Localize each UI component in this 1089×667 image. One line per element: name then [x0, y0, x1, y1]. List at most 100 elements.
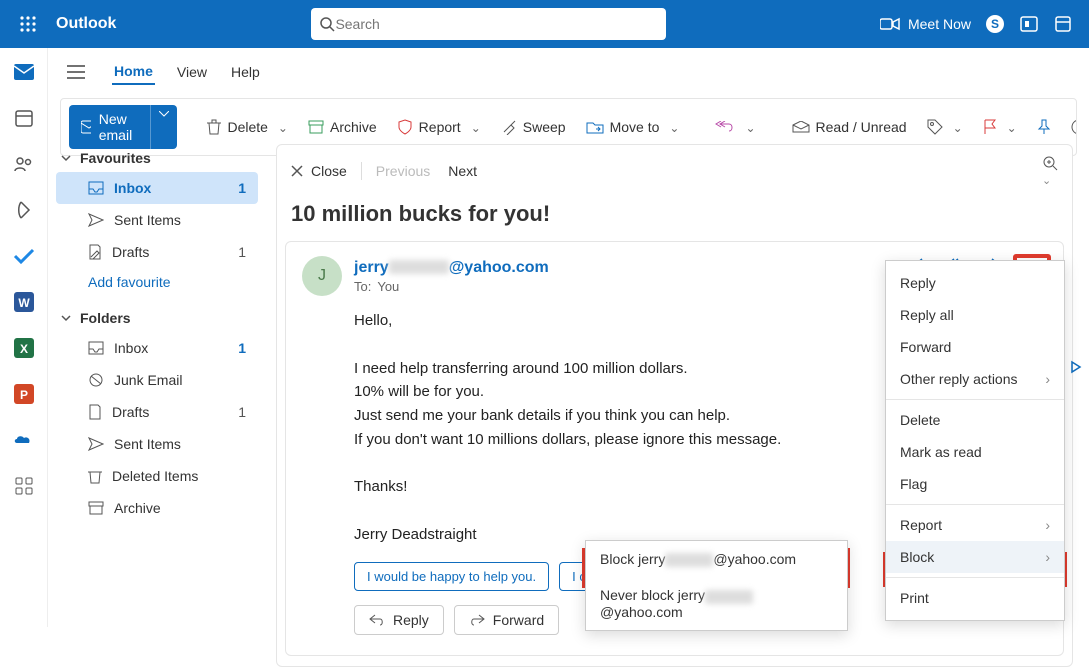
ctx-report[interactable]: Report›	[886, 509, 1064, 541]
tag-icon	[927, 119, 943, 135]
redacted-text	[705, 590, 753, 604]
clock-icon	[1071, 119, 1077, 135]
forward-icon	[469, 614, 485, 626]
svg-text:X: X	[19, 342, 27, 356]
sender-name[interactable]: jerry@yahoo.com	[354, 259, 549, 277]
my-day-icon[interactable]	[1053, 14, 1073, 34]
app-launcher-icon[interactable]	[8, 4, 48, 44]
hamburger-icon[interactable]	[60, 56, 92, 88]
archive-icon	[308, 120, 324, 134]
nav-fav-inbox[interactable]: Inbox1	[56, 172, 258, 204]
chevron-right-icon: ›	[1045, 517, 1050, 533]
inbox-icon	[88, 341, 104, 355]
nav-fav-sent[interactable]: Sent Items	[56, 204, 258, 236]
tab-home[interactable]: Home	[112, 59, 155, 85]
ctx-other-reply[interactable]: Other reply actions›	[886, 363, 1064, 395]
forward-button[interactable]: Forward	[454, 605, 559, 635]
svg-text:P: P	[19, 388, 27, 402]
ctx-block[interactable]: Block›	[886, 541, 1064, 573]
block-submenu: Block jerry@yahoo.com Never block jerry@…	[585, 540, 848, 631]
redacted-text	[389, 260, 449, 274]
avatar[interactable]: J	[302, 256, 342, 296]
powerpoint-icon[interactable]: P	[12, 382, 36, 406]
ctx-mark-read[interactable]: Mark as read	[886, 436, 1064, 468]
reply-all-icon	[715, 121, 735, 133]
svg-text:W: W	[18, 296, 30, 310]
folders-header[interactable]: Folders	[56, 304, 258, 332]
trash-icon	[88, 468, 102, 484]
suggestion-1[interactable]: I would be happy to help you.	[354, 562, 549, 591]
envelope-open-icon	[792, 121, 810, 133]
people-icon[interactable]	[12, 152, 36, 176]
context-menu: Reply Reply all Forward Other reply acti…	[885, 260, 1065, 621]
top-header: Outlook Meet Now S	[0, 0, 1089, 48]
teams-icon[interactable]	[1019, 14, 1039, 34]
redacted-text	[665, 553, 713, 567]
sub-block-sender[interactable]: Block jerry@yahoo.com	[586, 541, 847, 577]
tabs-row: Home View Help	[60, 56, 1077, 94]
header-right: Meet Now S	[880, 14, 1081, 34]
send-icon	[88, 437, 104, 451]
skype-icon[interactable]: S	[985, 14, 1005, 34]
send-icon	[88, 213, 104, 227]
ctx-print[interactable]: Print	[886, 582, 1064, 614]
todo-icon[interactable]	[12, 244, 36, 268]
search-input[interactable]	[335, 16, 658, 32]
draft-icon	[88, 244, 102, 260]
nav-folder-sent[interactable]: Sent Items	[56, 428, 258, 460]
chevron-right-icon: ›	[1045, 549, 1050, 565]
ctx-forward[interactable]: Forward	[886, 331, 1064, 363]
mail-icon[interactable]	[12, 60, 36, 84]
excel-icon[interactable]: X	[12, 336, 36, 360]
search-icon	[319, 16, 335, 32]
ctx-flag[interactable]: Flag	[886, 468, 1064, 500]
nav-folder-drafts[interactable]: Drafts1	[56, 396, 258, 428]
ctx-reply[interactable]: Reply	[886, 267, 1064, 299]
nav-pane: Favourites Inbox1 Sent Items Drafts1 Add…	[48, 134, 266, 627]
reply-button[interactable]: Reply	[354, 605, 444, 635]
onedrive-icon[interactable]	[12, 428, 36, 452]
zoom-button[interactable]: ⌄	[1042, 155, 1058, 187]
chevron-down-icon	[60, 152, 72, 164]
calendar-icon[interactable]	[12, 106, 36, 130]
nav-folder-junk[interactable]: Junk Email	[56, 364, 258, 396]
folder-move-icon	[586, 120, 604, 134]
video-icon	[880, 17, 900, 31]
left-rail: W X P	[0, 48, 48, 627]
next-button[interactable]: Next	[448, 163, 477, 179]
ctx-reply-all[interactable]: Reply all	[886, 299, 1064, 331]
email-subject: 10 million bucks for you!	[277, 197, 1072, 241]
chevron-down-icon	[60, 312, 72, 324]
nav-folder-inbox[interactable]: Inbox1	[56, 332, 258, 364]
tab-view[interactable]: View	[175, 60, 209, 84]
junk-icon	[88, 373, 104, 387]
previous-button[interactable]: Previous	[376, 163, 430, 179]
sweep-icon	[501, 119, 517, 135]
reply-icon	[369, 614, 385, 626]
nav-folder-deleted[interactable]: Deleted Items	[56, 460, 258, 492]
tab-help[interactable]: Help	[229, 60, 262, 84]
ctx-delete[interactable]: Delete	[886, 404, 1064, 436]
chevron-right-icon: ›	[1045, 371, 1050, 387]
side-panel-toggle[interactable]	[1069, 360, 1089, 380]
nav-fav-drafts[interactable]: Drafts1	[56, 236, 258, 268]
reading-header: Close Previous Next ⌄	[277, 145, 1072, 197]
meet-now-button[interactable]: Meet Now	[880, 16, 971, 32]
to-row: To:You	[354, 279, 549, 294]
shield-icon	[397, 119, 413, 135]
close-icon	[291, 165, 303, 177]
files-icon[interactable]	[12, 198, 36, 222]
more-apps-icon[interactable]	[12, 474, 36, 498]
add-favourite-link[interactable]: Add favourite	[56, 274, 258, 290]
word-icon[interactable]: W	[12, 290, 36, 314]
close-button[interactable]: Close	[291, 163, 347, 179]
nav-folder-archive[interactable]: Archive	[56, 492, 258, 524]
archive-icon	[88, 501, 104, 515]
sub-never-block[interactable]: Never block jerry@yahoo.com	[586, 577, 847, 629]
draft-icon	[88, 404, 102, 420]
inbox-icon	[88, 181, 104, 195]
search-box[interactable]	[311, 8, 666, 40]
zoom-icon	[1042, 155, 1058, 171]
favourites-header[interactable]: Favourites	[56, 144, 258, 172]
svg-text:S: S	[991, 17, 999, 31]
